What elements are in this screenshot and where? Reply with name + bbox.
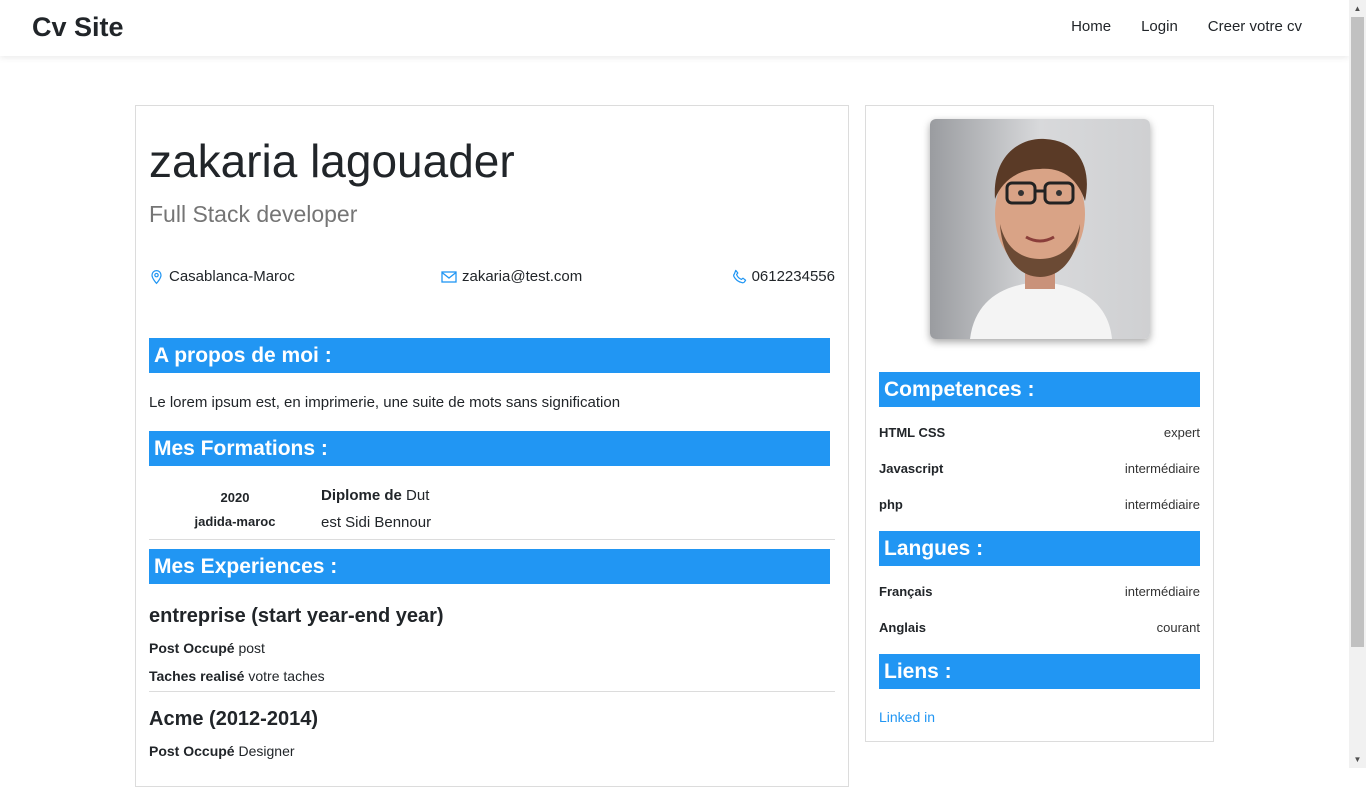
cv-main-card: zakaria lagouader Full Stack developer C… bbox=[135, 105, 849, 787]
contact-info: Casablanca-Maroc zakaria@test.com 061223… bbox=[149, 268, 835, 288]
nav-login-link[interactable]: Login bbox=[1141, 18, 1178, 35]
experience-post: Post Occupé post bbox=[149, 640, 265, 656]
langue-row: Français intermédiaire bbox=[879, 584, 1200, 602]
navbar: Cv Site Home Login Creer votre cv bbox=[0, 0, 1349, 56]
about-heading: A propos de moi : bbox=[149, 338, 830, 373]
langue-name: Anglais bbox=[879, 620, 926, 635]
about-text: Le lorem ipsum est, en imprimerie, une s… bbox=[149, 394, 621, 411]
formation-title-label: Diplome de bbox=[321, 487, 402, 504]
competence-level: expert bbox=[1163, 425, 1200, 440]
liens-heading: Liens : bbox=[879, 654, 1200, 689]
nav-links: Home Login Creer votre cv bbox=[1071, 18, 1302, 35]
contact-location: Casablanca-Maroc bbox=[149, 268, 295, 285]
competence-name: HTML CSS bbox=[879, 425, 946, 440]
experience-divider bbox=[149, 691, 835, 692]
nav-create-cv-link[interactable]: Creer votre cv bbox=[1208, 18, 1302, 35]
experience-title: entreprise (start year-end year) bbox=[149, 605, 444, 627]
profile-name: zakaria lagouader bbox=[149, 135, 515, 187]
profile-role: Full Stack developer bbox=[149, 201, 358, 227]
experience-tasks: Taches realisé votre taches bbox=[149, 668, 325, 684]
langue-name: Français bbox=[879, 584, 933, 599]
experiences-heading: Mes Experiences : bbox=[149, 549, 830, 584]
scrollbar-thumb[interactable] bbox=[1351, 17, 1364, 647]
post-value: post bbox=[238, 640, 265, 656]
tasks-value: votre taches bbox=[248, 668, 325, 684]
page-scrollbar[interactable]: ▲ ▼ bbox=[1349, 0, 1366, 768]
contact-location-text: Casablanca-Maroc bbox=[169, 268, 295, 285]
formations-heading: Mes Formations : bbox=[149, 431, 830, 466]
post-label: Post Occupé bbox=[149, 640, 235, 656]
competence-row: Javascript intermédiaire bbox=[879, 461, 1200, 479]
post-value: Designer bbox=[238, 743, 295, 759]
contact-email: zakaria@test.com bbox=[441, 268, 582, 285]
competence-level: intermédiaire bbox=[1124, 461, 1200, 476]
post-label: Post Occupé bbox=[149, 743, 235, 759]
formation-title: Diplome de Dut bbox=[321, 487, 429, 504]
formation-year: 2020 bbox=[220, 490, 250, 505]
competences-heading: Competences : bbox=[879, 372, 1200, 407]
linkedin-link[interactable]: Linked in bbox=[879, 709, 935, 725]
competence-level: intermédiaire bbox=[1124, 497, 1200, 512]
envelope-icon bbox=[441, 270, 457, 284]
formation-item: 2020 jadida-maroc Diplome de Dut est Sid… bbox=[149, 484, 835, 540]
langue-level: intermédiaire bbox=[1124, 584, 1200, 599]
competence-row: php intermédiaire bbox=[879, 497, 1200, 515]
formation-title-value: Dut bbox=[406, 487, 430, 504]
map-marker-icon bbox=[149, 269, 164, 285]
formation-place: jadida-maroc bbox=[194, 514, 276, 529]
experience-post: Post Occupé Designer bbox=[149, 743, 295, 759]
competence-name: Javascript bbox=[879, 461, 944, 476]
contact-email-text: zakaria@test.com bbox=[462, 268, 583, 285]
experience-title: Acme (2012-2014) bbox=[149, 708, 318, 730]
langues-heading: Langues : bbox=[879, 531, 1200, 566]
tasks-label: Taches realisé bbox=[149, 668, 245, 684]
competence-row: HTML CSS expert bbox=[879, 425, 1200, 443]
contact-phone-text: 0612234556 bbox=[751, 268, 835, 285]
scroll-up-arrow-icon[interactable]: ▲ bbox=[1349, 0, 1366, 17]
contact-phone: 0612234556 bbox=[732, 268, 835, 285]
cv-side-card: Competences : HTML CSS expert Javascript… bbox=[865, 105, 1214, 742]
profile-photo bbox=[930, 119, 1150, 339]
competence-name: php bbox=[879, 497, 903, 512]
langue-level: courant bbox=[1156, 620, 1200, 635]
scroll-down-arrow-icon[interactable]: ▼ bbox=[1349, 751, 1366, 768]
brand-logo[interactable]: Cv Site bbox=[32, 12, 124, 43]
nav-home-link[interactable]: Home bbox=[1071, 18, 1111, 35]
phone-icon bbox=[732, 269, 747, 284]
formation-school: est Sidi Bennour bbox=[321, 514, 432, 531]
langue-row: Anglais courant bbox=[879, 620, 1200, 638]
